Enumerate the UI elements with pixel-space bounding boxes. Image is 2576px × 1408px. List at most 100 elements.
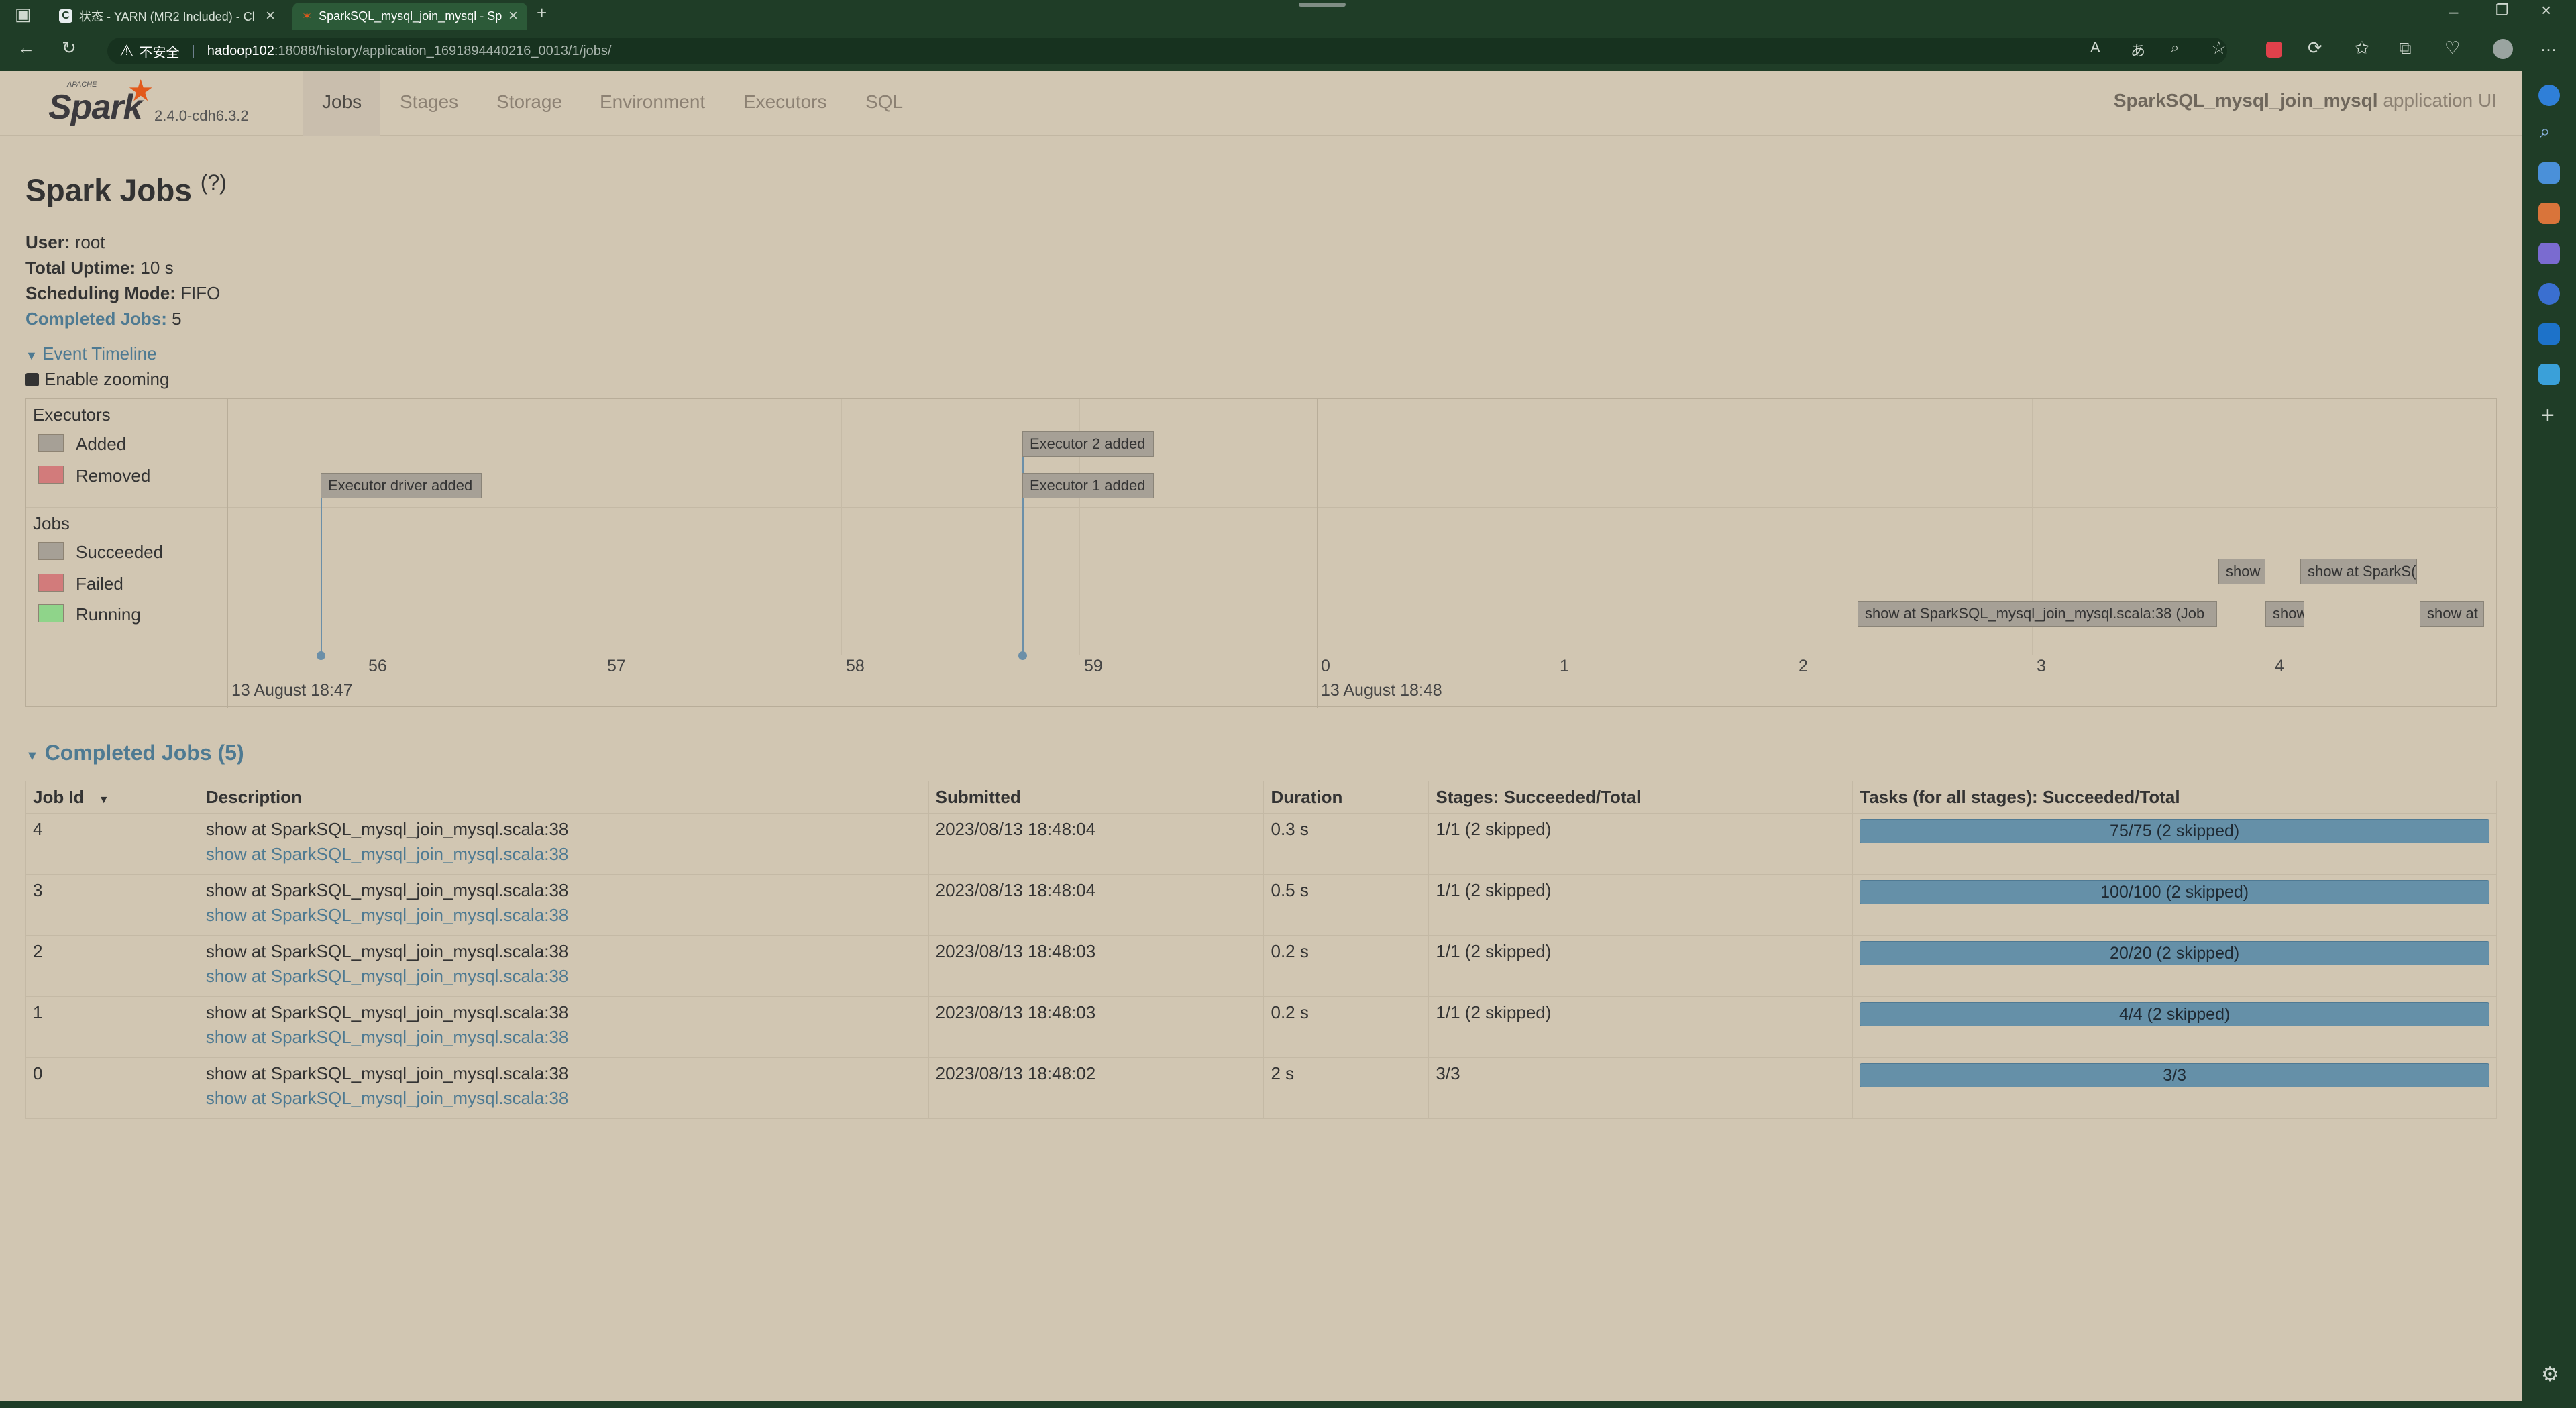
executor-2-event[interactable]: Executor 2 added xyxy=(1022,431,1154,457)
back-icon[interactable]: ← xyxy=(17,38,35,58)
spark-version: 2.4.0-cdh6.3.2 xyxy=(154,107,249,124)
job-box-4[interactable]: show at xyxy=(2420,601,2484,627)
zoom-checkbox[interactable] xyxy=(25,372,39,386)
help-link[interactable]: (?) xyxy=(201,170,227,195)
job-id-cell: 4 xyxy=(25,813,199,875)
submitted-cell: 2023/08/13 18:48:02 xyxy=(928,1057,1265,1119)
games-icon[interactable] xyxy=(2538,243,2560,264)
executor-driver-event[interactable]: Executor driver added xyxy=(321,473,482,498)
refresh-icon[interactable]: ↻ xyxy=(62,38,76,58)
completed-jobs-link[interactable]: Completed Jobs: xyxy=(25,309,167,329)
job-box-1[interactable]: show xyxy=(2218,559,2265,584)
duration-cell: 2 s xyxy=(1263,1057,1430,1119)
settings-gear-icon[interactable]: ⚙ xyxy=(2541,1363,2559,1387)
job-link[interactable]: show at SparkSQL_mysql_join_mysql.scala:… xyxy=(206,966,922,987)
notification-icon[interactable] xyxy=(2538,85,2560,106)
copilot-icon[interactable] xyxy=(2538,283,2560,305)
table-row: 3 show at SparkSQL_mysql_join_mysql.scal… xyxy=(25,874,2497,936)
table-row: 2 show at SparkSQL_mysql_join_mysql.scal… xyxy=(25,935,2497,997)
profile-avatar[interactable] xyxy=(2493,39,2513,59)
header-tasks[interactable]: Tasks (for all stages): Succeeded/Total xyxy=(1852,781,2497,814)
collections-icon[interactable]: ⧉ xyxy=(2399,38,2412,59)
event-timeline: Executors Added Removed Jobs Succeeded F… xyxy=(25,398,2498,708)
close-tab-icon[interactable]: × xyxy=(508,7,518,25)
axis-tick: 4 xyxy=(2275,657,2284,675)
maximize-icon[interactable]: ❐ xyxy=(2496,1,2509,19)
extension-icon[interactable] xyxy=(2266,42,2282,58)
read-aloud-icon[interactable]: A xyxy=(2090,39,2100,56)
close-window-icon[interactable]: × xyxy=(2541,0,2551,21)
executor-event-dot xyxy=(1018,651,1027,660)
nav-tab-environment[interactable]: Environment xyxy=(581,71,724,136)
header-duration[interactable]: Duration xyxy=(1263,781,1430,814)
event-timeline-toggle[interactable]: ▼ Event Timeline xyxy=(25,343,157,364)
nav-tab-executors[interactable]: Executors xyxy=(724,71,846,136)
more-menu-icon[interactable]: … xyxy=(2540,35,2557,56)
driver-event-line xyxy=(321,473,322,655)
page-title-text: Spark Jobs xyxy=(25,172,192,208)
axis-tick: 57 xyxy=(607,657,626,675)
tag-icon[interactable] xyxy=(2538,162,2560,184)
stages-cell: 1/1 (2 skipped) xyxy=(1428,996,1854,1058)
jobs-row xyxy=(26,508,2498,655)
tasks-progress-bar: 20/20 (2 skipped) xyxy=(1860,941,2489,965)
browser-sidebar: ⌕ + ⚙ xyxy=(2522,71,2576,1408)
header-stages[interactable]: Stages: Succeeded/Total xyxy=(1428,781,1854,814)
user-value: root xyxy=(74,232,105,252)
jobs-legend-title: Jobs xyxy=(33,513,70,533)
nav-tab-stages[interactable]: Stages xyxy=(381,71,477,136)
header-description[interactable]: Description xyxy=(198,781,929,814)
duration-cell: 0.2 s xyxy=(1263,935,1430,997)
submitted-cell: 2023/08/13 18:48:03 xyxy=(928,935,1265,997)
executor-1-event[interactable]: Executor 1 added xyxy=(1022,473,1154,498)
toolbox-icon[interactable] xyxy=(2538,203,2560,224)
job-box-0[interactable]: show at SparkSQL_mysql_join_mysql.scala:… xyxy=(1858,601,2217,627)
sync-icon[interactable]: ⟳ xyxy=(2308,38,2322,58)
spark-logo[interactable]: APACHE ★ Spark xyxy=(48,74,156,133)
search-icon[interactable]: ⌕ xyxy=(2540,121,2551,143)
job-link[interactable]: show at SparkSQL_mysql_join_mysql.scala:… xyxy=(206,844,922,865)
send-icon[interactable] xyxy=(2538,364,2560,385)
submitted-cell: 2023/08/13 18:48:04 xyxy=(928,874,1265,936)
axis-tick: 1 xyxy=(1560,657,1569,675)
mode-value: FIFO xyxy=(180,283,221,303)
job-box-3[interactable]: show at SparkS( xyxy=(2300,559,2417,584)
uptime-value: 10 s xyxy=(140,258,174,278)
nav-tab-storage[interactable]: Storage xyxy=(478,71,581,136)
bottom-bar xyxy=(0,1401,2576,1408)
header-job-id[interactable]: Job Id ▼ xyxy=(25,781,199,814)
nav-tab-sql[interactable]: SQL xyxy=(847,71,922,136)
job-box-2[interactable]: show xyxy=(2265,601,2304,627)
legend-removed-swatch xyxy=(38,466,64,484)
zoom-icon[interactable]: ⌕ xyxy=(2171,39,2179,56)
duration-cell: 0.5 s xyxy=(1263,874,1430,936)
address-bar[interactable]: ⚠ 不安全 | hadoop102 :18088/history/applica… xyxy=(107,38,2227,64)
drag-handle[interactable] xyxy=(1299,3,1346,7)
favorite-star-icon[interactable]: ☆ xyxy=(2211,38,2226,58)
browser-essentials-icon[interactable]: ♡ xyxy=(2445,38,2460,58)
enable-zooming[interactable]: Enable zooming xyxy=(25,369,169,390)
legend-running-swatch xyxy=(38,604,64,622)
job-link[interactable]: show at SparkSQL_mysql_join_mysql.scala:… xyxy=(206,1088,922,1109)
outlook-icon[interactable] xyxy=(2538,323,2560,345)
job-link[interactable]: show at SparkSQL_mysql_join_mysql.scala:… xyxy=(206,1027,922,1048)
browser-tab-title: SparkSQL_mysql_join_mysql - Sp xyxy=(319,9,502,23)
job-id-cell: 0 xyxy=(25,1057,199,1119)
browser-tab-spark[interactable]: ✶ SparkSQL_mysql_join_mysql - Sp × xyxy=(292,3,527,30)
job-link[interactable]: show at SparkSQL_mysql_join_mysql.scala:… xyxy=(206,905,922,926)
add-sidebar-icon[interactable]: + xyxy=(2541,402,2555,429)
browser-tab-yarn[interactable]: C 状态 - YARN (MR2 Included) - Cl × xyxy=(50,3,284,30)
tab-list-icon[interactable]: ▣ xyxy=(15,4,32,25)
header-submitted[interactable]: Submitted xyxy=(928,781,1265,814)
sort-desc-icon: ▼ xyxy=(98,794,109,806)
translate-icon[interactable]: あ xyxy=(2131,39,2145,60)
new-tab-icon[interactable]: + xyxy=(537,3,547,23)
description-cell: show at SparkSQL_mysql_join_mysql.scala:… xyxy=(198,1057,929,1119)
close-tab-icon[interactable]: × xyxy=(266,7,275,25)
minimize-icon[interactable]: – xyxy=(2449,1,2458,22)
completed-jobs-toggle[interactable]: ▼ Completed Jobs (5) xyxy=(25,741,244,765)
nav-tab-jobs[interactable]: Jobs xyxy=(303,71,381,136)
description-cell: show at SparkSQL_mysql_join_mysql.scala:… xyxy=(198,935,929,997)
favorites-icon[interactable]: ✩ xyxy=(2355,38,2369,58)
tasks-progress-bar: 4/4 (2 skipped) xyxy=(1860,1002,2489,1026)
